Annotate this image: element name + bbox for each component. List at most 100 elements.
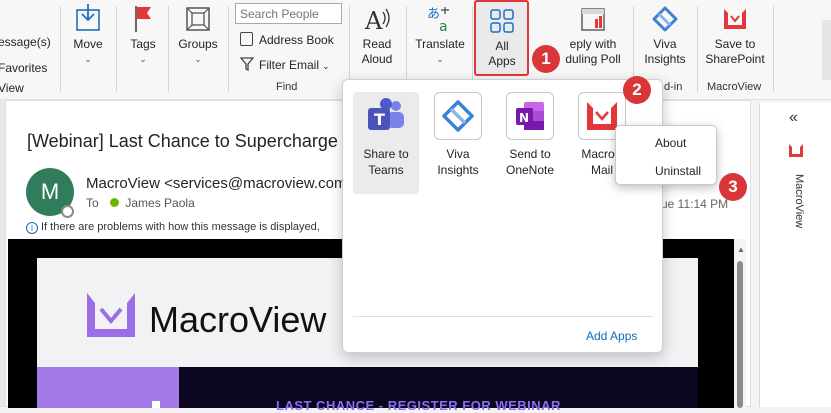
share-to-teams-label-2: Teams [368,163,404,177]
collapse-panel-icon[interactable]: « [789,109,798,127]
translate-label: Translate [415,37,465,51]
find-group-label: Find [276,81,298,93]
reply-scheduling-poll-button[interactable]: eply with duling Poll [560,4,626,67]
step-badge-3: 3 [719,173,747,201]
chevron-down-icon: ⌄ [322,61,330,71]
add-apps-link[interactable]: Add Apps [586,329,637,343]
teams-icon: T [362,92,410,140]
app-share-to-teams[interactable]: T Share to Teams [353,92,419,194]
addin-group-label: d-in [664,81,683,93]
macroview-brand-logo-icon [87,293,135,337]
address-book-label: Address Book [259,33,334,47]
all-apps-label-1: All [495,39,509,53]
email-subject: [Webinar] Last Chance to Supercharge [27,131,338,151]
svg-text:N: N [519,111,529,125]
scrollbar-thumb[interactable] [737,261,743,408]
onenote-label-2: OneNote [505,163,555,177]
chevron-down-icon: ⌄ [436,54,444,64]
save-to-sharepoint-button[interactable]: Save to SharePoint [702,4,768,67]
read-aloud-label-2: Aloud [361,52,393,66]
move-icon [76,4,100,31]
read-aloud-icon: A [364,7,390,34]
step-badge-2: 2 [623,76,651,104]
app-send-to-onenote[interactable]: N Send to OneNote [497,92,563,178]
groups-label: Groups [178,37,218,51]
translate-icon: あ a [427,7,449,34]
viva-insights-label-1: Viva [653,37,677,51]
about-menu-item[interactable]: About [655,136,686,150]
save-sharepoint-label-1: Save to [714,37,756,51]
viva-insights-button[interactable]: Viva Insights [640,4,690,67]
group-separator [773,6,774,92]
flyout-divider [353,316,653,317]
group-separator [60,6,61,92]
viva-insights-label-2: Insights [644,52,686,66]
app-context-menu: About Uninstall [615,125,717,185]
move-button[interactable]: Move ⌄ [68,4,108,67]
recipient-name[interactable]: James Paola [125,196,194,210]
uninstall-menu-item[interactable]: Uninstall [655,164,701,178]
group-separator [116,6,117,92]
macroview-side-panel: « MacroView [759,103,831,407]
group-separator [228,6,229,92]
all-apps-label-2: Apps [488,54,516,68]
svg-text:a: a [439,19,448,34]
chevron-down-icon: ⌄ [139,54,147,64]
macroview-group-label: MacroView [707,81,762,93]
tags-label: Tags [130,37,156,51]
macroview-side-logo-icon [789,144,803,157]
svg-text:T: T [374,110,385,129]
available-status-icon [110,198,120,207]
read-aloud-button[interactable]: A Read Aloud [355,4,399,67]
brand-logo-text: MacroView [149,299,327,340]
ribbon-item-messages[interactable]: essage(s) [0,35,51,49]
email-time: ue 11:14 PM [661,197,729,211]
filter-email-button[interactable]: Filter Email ⌄ [239,57,330,72]
presence-status-icon [61,205,74,218]
share-to-teams-label-1: Share to [363,147,409,161]
group-separator [168,6,169,92]
banner-headline[interactable]: LAST CHANCE - REGISTER FOR WEBINAR [276,398,561,413]
app-viva-insights[interactable]: Viva Insights [425,92,491,178]
groups-button[interactable]: Groups ⌄ [176,4,220,67]
chevron-down-icon: ⌄ [84,54,92,64]
group-separator [697,6,698,92]
move-label: Move [73,37,103,51]
side-panel-title: MacroView [793,174,805,229]
save-sharepoint-label-2: SharePoint [705,52,765,66]
tags-button[interactable]: Tags ⌄ [126,4,160,67]
macroview-logo-icon [724,9,746,29]
onenote-label-1: Send to [509,147,551,161]
to-label: To [86,196,99,210]
scroll-up-icon[interactable]: ▲ [737,245,745,254]
address-book-button[interactable]: Address Book [240,32,334,47]
filter-email-label: Filter Email [259,58,320,72]
groups-icon [186,7,210,31]
translate-button[interactable]: あ a Translate ⌄ [413,4,467,67]
svg-text:A: A [364,7,383,34]
info-bar[interactable]: i If there are problems with how this mes… [26,221,320,234]
viva-insights-icon [652,6,678,32]
sender-name[interactable]: MacroView <services@macroview.com [86,175,346,192]
ribbon-item-favorites[interactable]: Favorites [0,61,47,75]
step-badge-1: 1 [532,45,560,73]
address-book-icon [240,32,253,46]
reply-poll-label-2: duling Poll [565,52,621,66]
viva-insights-icon [434,92,482,140]
ribbon-scroll-edge [822,20,831,80]
flag-icon [135,6,151,32]
scheduling-poll-icon [581,8,605,31]
read-aloud-label-1: Read [362,37,392,51]
search-people-input[interactable] [235,3,342,24]
all-apps-icon [490,9,514,33]
ribbon-group-view-label: View [0,81,24,95]
info-icon: i [26,222,38,234]
reply-poll-label-1: eply with [569,37,617,51]
filter-icon [239,57,255,72]
onenote-icon: N [506,92,554,140]
recipient-line: To James Paola [86,196,195,210]
all-apps-button[interactable]: All Apps [474,0,529,76]
viva-insights-app-label-1: Viva [446,147,470,161]
info-text: If there are problems with how this mess… [41,221,320,233]
chevron-down-icon: ⌄ [194,54,202,64]
